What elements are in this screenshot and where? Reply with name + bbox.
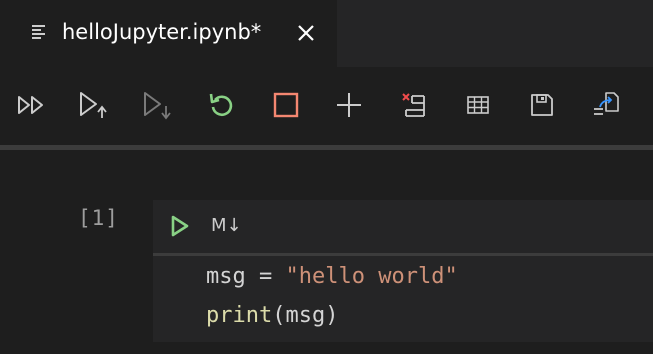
clear-outputs-icon	[402, 93, 425, 117]
code-line-2: print(msg)	[206, 303, 338, 328]
run-cell-button[interactable]	[169, 214, 191, 238]
play-icon	[171, 215, 189, 237]
code-line-1: msg = "hello world"	[206, 264, 458, 289]
play-down-arrow-icon	[144, 92, 171, 120]
variable-explorer-button[interactable]	[462, 89, 494, 121]
interrupt-kernel-button[interactable]	[270, 89, 302, 121]
table-icon	[467, 96, 489, 114]
code-string: "hello world"	[285, 264, 458, 289]
tab-hello-jupyter[interactable]: helloJupyter.ipynb*	[0, 0, 337, 67]
tab-title: helloJupyter.ipynb*	[62, 20, 262, 44]
code-variable: msg	[206, 264, 246, 289]
code-function: print	[206, 303, 273, 328]
markdown-toggle[interactable]: M↓	[211, 215, 242, 236]
plus-icon	[337, 93, 361, 117]
lines-icon	[31, 23, 49, 41]
export-button[interactable]	[590, 89, 622, 121]
restart-kernel-button[interactable]	[206, 89, 238, 121]
close-icon[interactable]	[294, 21, 318, 45]
notebook-toolbar	[0, 67, 653, 145]
run-below-button[interactable]	[142, 89, 174, 121]
restart-icon	[209, 93, 233, 117]
clear-outputs-button[interactable]	[398, 89, 430, 121]
insert-cell-button[interactable]	[333, 89, 365, 121]
run-all-button[interactable]	[16, 89, 48, 121]
export-icon	[594, 92, 619, 115]
tab-bar: helloJupyter.ipynb*	[0, 0, 653, 67]
double-play-icon	[18, 96, 43, 114]
stop-square-icon	[273, 92, 299, 118]
toolbar-divider	[0, 145, 653, 150]
execution-count: [1]	[78, 206, 119, 230]
save-icon	[531, 94, 553, 116]
save-button[interactable]	[526, 89, 558, 121]
cell-toolbar: M↓	[153, 200, 653, 253]
code-editor[interactable]: msg = "hello world" print(msg)	[153, 256, 653, 342]
run-above-button[interactable]	[78, 89, 110, 121]
code-operator: =	[245, 264, 286, 289]
play-up-arrow-icon	[80, 92, 107, 118]
code-args: (msg)	[272, 303, 339, 328]
